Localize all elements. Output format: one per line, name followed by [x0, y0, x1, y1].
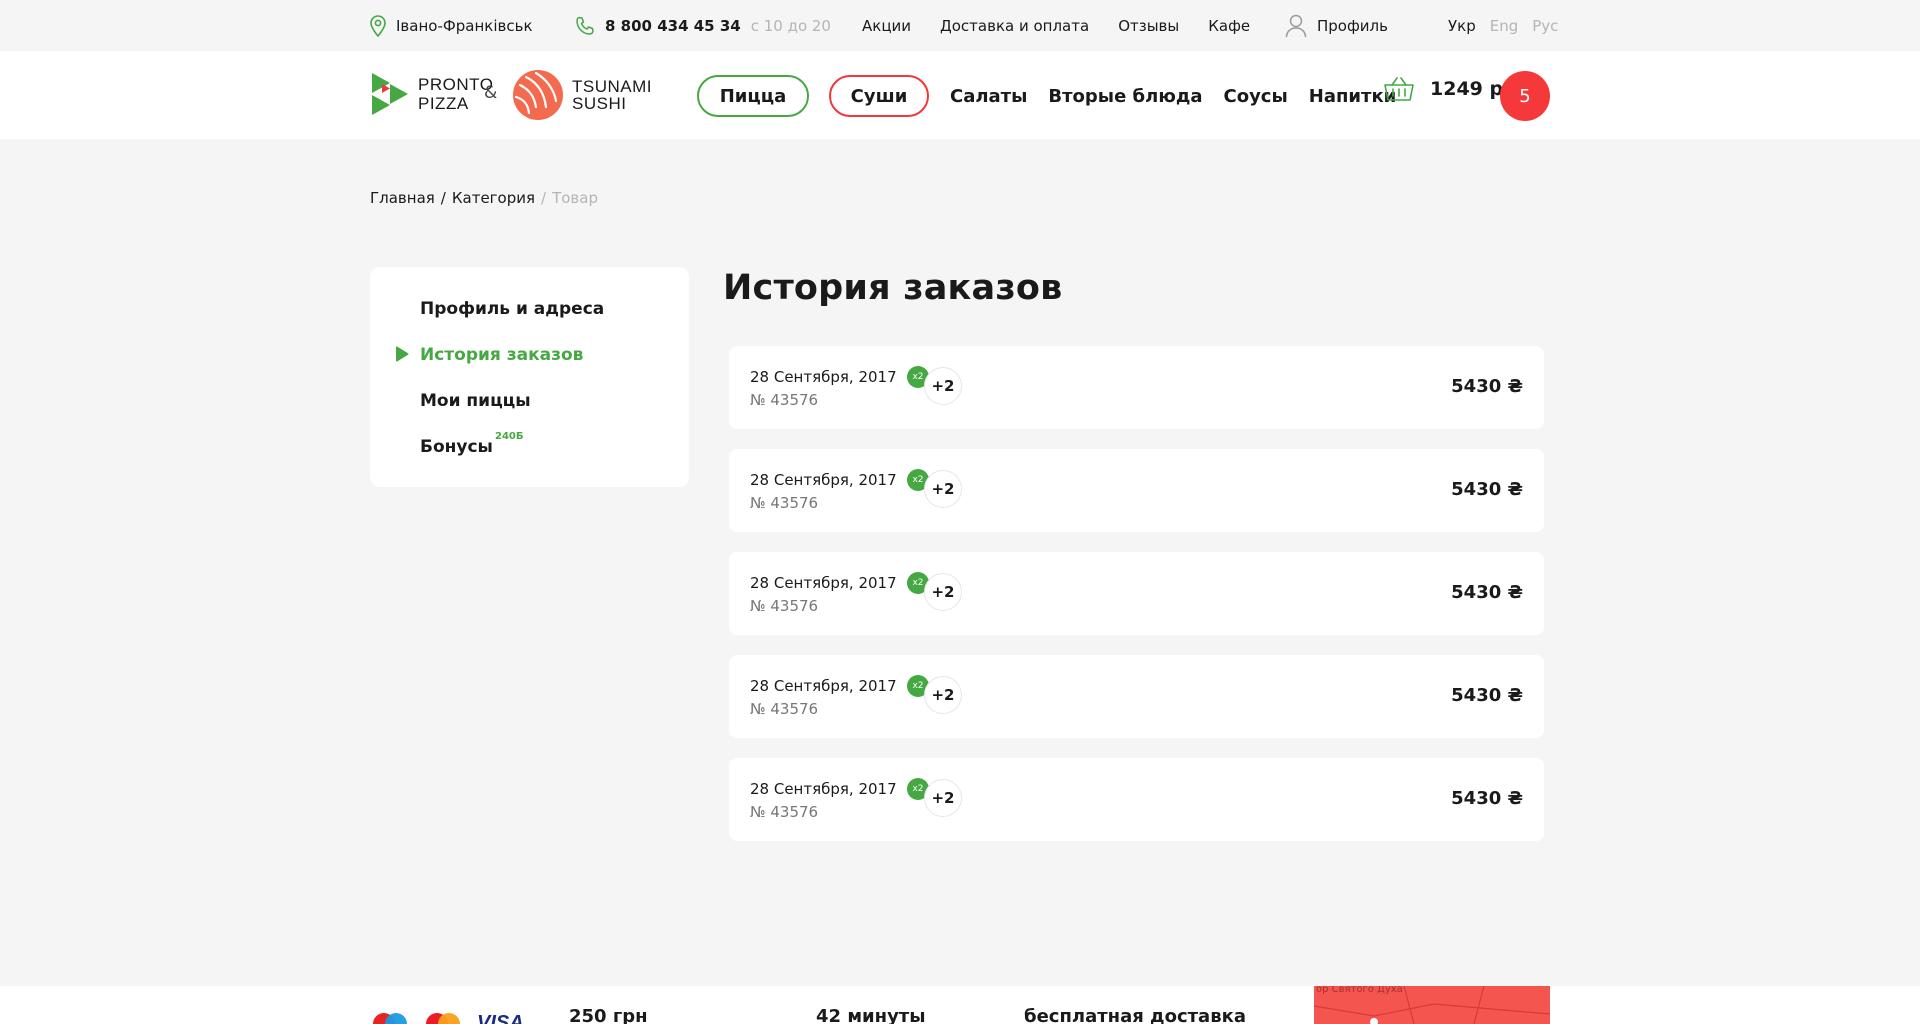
sushi-logo-icon — [513, 70, 563, 120]
footer-free-delivery: бесплатная доставка — [1024, 1006, 1246, 1024]
bonus-badge: 240Б — [495, 431, 524, 442]
order-price: 5430 ₴ — [1451, 685, 1523, 706]
order-more-items[interactable]: +2 — [924, 676, 962, 714]
order-number: № 43576 — [750, 494, 819, 512]
order-more-items[interactable]: +2 — [924, 573, 962, 611]
visa-icon: VISA — [477, 1012, 524, 1024]
order-date: 28 Сентября, 2017 — [750, 780, 897, 798]
phone-icon — [576, 16, 594, 35]
logo-ampersand: & — [484, 83, 498, 103]
breadcrumb-separator: / — [440, 189, 446, 207]
order-number: № 43576 — [750, 391, 819, 409]
breadcrumb-current: Товар — [552, 189, 598, 207]
footer-min-order: 250 грн — [569, 1006, 648, 1024]
main-header: PRONTO PIZZA & TSUNAMI SUSHI Пицца Суши … — [0, 51, 1920, 139]
top-nav-reviews[interactable]: Отзывы — [1118, 17, 1179, 35]
top-nav-delivery[interactable]: Доставка и оплата — [940, 17, 1089, 35]
pronto-logo-icon — [372, 73, 408, 115]
cart-count-badge[interactable]: 5 — [1500, 71, 1550, 121]
order-number: № 43576 — [750, 803, 819, 821]
lang-ukr[interactable]: Укр — [1448, 17, 1476, 35]
order-date: 28 Сентября, 2017 — [750, 368, 897, 386]
order-price: 5430 ₴ — [1451, 582, 1523, 603]
order-price: 5430 ₴ — [1451, 479, 1523, 500]
pronto-logo-text: PRONTO PIZZA — [418, 75, 493, 113]
sushi-logo-text: TSUNAMI SUSHI — [572, 78, 652, 112]
order-more-items[interactable]: +2 — [924, 367, 962, 405]
profile-link[interactable]: Профиль — [1285, 0, 1388, 51]
order-price: 5430 ₴ — [1451, 376, 1523, 397]
account-sidebar: Профиль и адреса История заказов Мои пиц… — [370, 267, 689, 487]
top-bar: Івано-Франківськ 8 800 434 45 34 с 10 до… — [0, 0, 1920, 51]
page-title: История заказов — [723, 268, 1063, 308]
sidebar-item-profile[interactable]: Профиль и адреса — [420, 299, 604, 319]
category-nav: Пицца Суши Салаты Вторые блюда Соусы Нап… — [697, 75, 1396, 117]
tsunami-word: TSUNAMI — [572, 77, 652, 96]
map-roads — [1314, 986, 1550, 1024]
city-name: Івано-Франківськ — [396, 16, 533, 35]
order-row[interactable]: 28 Сентября, 2017 № 43576 x2 +2 5430 ₴ — [729, 758, 1544, 841]
lang-rus[interactable]: Рус — [1532, 17, 1558, 35]
tsunami-sushi-logo[interactable]: TSUNAMI SUSHI — [512, 69, 652, 121]
maestro-icon — [373, 1013, 407, 1024]
order-more-items[interactable]: +2 — [924, 470, 962, 508]
footer-map[interactable]: ор Святого Духа — [1314, 986, 1550, 1024]
footer: VISA 250 грн 42 минуты бесплатная достав… — [0, 986, 1920, 1024]
order-date: 28 Сентября, 2017 — [750, 471, 897, 489]
nav-sauces[interactable]: Соусы — [1224, 86, 1288, 107]
order-row[interactable]: 28 Сентября, 2017 № 43576 x2 +2 5430 ₴ — [729, 449, 1544, 532]
sushi-word: SUSHI — [572, 94, 627, 113]
sidebar-item-order-history[interactable]: История заказов — [420, 345, 583, 365]
cart-total: 1249 р — [1430, 78, 1504, 100]
nav-pizza-button[interactable]: Пицца — [697, 75, 809, 117]
order-price: 5430 ₴ — [1451, 788, 1523, 809]
language-switcher: Укр Eng Рус — [1448, 0, 1572, 51]
breadcrumb-home[interactable]: Главная — [370, 189, 435, 207]
top-nav-cafe[interactable]: Кафе — [1208, 17, 1250, 35]
phone-number: 8 800 434 45 34 — [605, 16, 741, 35]
top-nav: Акции Доставка и оплата Отзывы Кафе — [862, 0, 1279, 51]
nav-mains[interactable]: Вторые блюда — [1048, 86, 1202, 107]
order-more-items[interactable]: +2 — [924, 779, 962, 817]
order-row[interactable]: 28 Сентября, 2017 № 43576 x2 +2 5430 ₴ — [729, 346, 1544, 429]
lang-eng[interactable]: Eng — [1490, 17, 1519, 35]
breadcrumb-separator: / — [541, 189, 547, 207]
order-date: 28 Сентября, 2017 — [750, 677, 897, 695]
order-number: № 43576 — [750, 597, 819, 615]
phone-block[interactable]: 8 800 434 45 34 с 10 до 20 — [575, 0, 831, 51]
order-row[interactable]: 28 Сентября, 2017 № 43576 x2 +2 5430 ₴ — [729, 655, 1544, 738]
profile-label: Профиль — [1317, 16, 1388, 35]
breadcrumb-category[interactable]: Категория — [452, 189, 535, 207]
pronto-pizza-logo[interactable]: PRONTO PIZZA — [370, 71, 493, 117]
user-icon — [1285, 14, 1307, 37]
order-number: № 43576 — [750, 700, 819, 718]
order-row[interactable]: 28 Сентября, 2017 № 43576 x2 +2 5430 ₴ — [729, 552, 1544, 635]
nav-sushi-button[interactable]: Суши — [829, 75, 929, 117]
city-selector[interactable]: Івано-Франківськ — [370, 0, 533, 51]
sidebar-item-bonuses[interactable]: Бонусы — [420, 437, 493, 457]
sidebar-item-my-pizzas[interactable]: Мои пиццы — [420, 391, 531, 411]
order-date: 28 Сентября, 2017 — [750, 574, 897, 592]
nav-salads[interactable]: Салаты — [950, 86, 1027, 107]
mastercard-icon — [426, 1013, 460, 1024]
footer-delivery-time: 42 минуты — [816, 1006, 926, 1024]
svg-text:VISA: VISA — [477, 1012, 524, 1024]
working-hours: с 10 до 20 — [750, 16, 831, 35]
basket-icon — [1384, 77, 1414, 101]
pronto-word: PRONTO — [418, 75, 494, 94]
cart-button[interactable]: 1249 р — [1384, 76, 1503, 102]
location-pin-icon — [370, 14, 386, 37]
breadcrumb: Главная / Категория / Товар — [370, 189, 598, 207]
play-arrow-icon — [396, 346, 409, 362]
top-nav-promotions[interactable]: Акции — [862, 17, 911, 35]
pizza-word: PIZZA — [418, 94, 469, 113]
